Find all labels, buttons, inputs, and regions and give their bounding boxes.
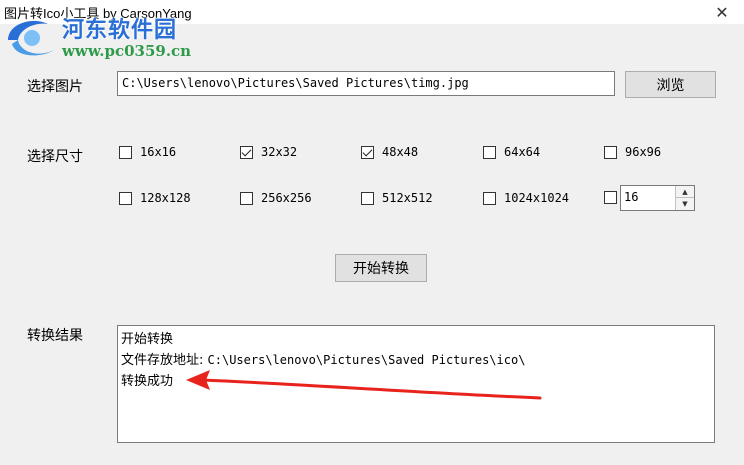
close-button[interactable]: ✕ [700,0,744,24]
result-line: 转换成功 [121,374,174,389]
save-path-value: C:\Users\lenovo\Pictures\Saved Pictures\… [207,353,526,367]
size-checkbox-512[interactable]: 512x512 [361,191,433,205]
watermark-name: 河东软件园 [62,18,178,43]
spin-up-icon[interactable]: ▲ [676,186,694,198]
size-option-label: 32x32 [261,145,298,159]
size-option-label: 48x48 [382,145,419,159]
checkbox-box [240,191,253,205]
size-checkbox-64[interactable]: 64x64 [483,145,540,159]
browse-button[interactable]: 浏览 [625,71,716,98]
checkbox-box [119,145,132,159]
image-path-input[interactable]: C:\Users\lenovo\Pictures\Saved Pictures\… [117,71,615,96]
custom-size-stepper[interactable]: 16 ▲ ▼ [620,185,695,211]
checkbox-box [361,191,374,205]
size-checkbox-128[interactable]: 128x128 [119,191,191,205]
checkbox-box [119,191,132,205]
size-checkbox-32[interactable]: 32x32 [240,145,297,159]
size-option-label: 256x256 [261,191,312,205]
watermark-url: www.pc0359.cn [62,42,192,60]
size-option-label: 1024x1024 [504,191,570,205]
size-option-label: 96x96 [625,145,662,159]
checkbox-box [483,145,496,159]
size-option-label: 128x128 [140,191,191,205]
size-checkbox-16[interactable]: 16x16 [119,145,176,159]
custom-size-checkbox[interactable] [604,191,617,204]
size-checkbox-256[interactable]: 256x256 [240,191,312,205]
checkbox-box [604,191,617,204]
result-line: 文件存放地址: C:\Users\lenovo\Pictures\Saved P… [121,350,711,371]
custom-size-value: 16 [624,190,639,204]
watermark-logo-icon [8,20,54,56]
size-option-label: 16x16 [140,145,177,159]
checkmark-icon [361,145,374,159]
watermark: 河东软件园 www.pc0359.cn [2,10,212,66]
result-label: 转换结果 [27,328,83,344]
spin-down-icon[interactable]: ▼ [676,198,694,210]
close-icon: ✕ [715,2,729,22]
start-convert-button[interactable]: 开始转换 [335,254,427,282]
checkbox-box [604,145,617,159]
save-path-prefix: 文件存放地址: [121,353,204,368]
size-checkbox-1024[interactable]: 1024x1024 [483,191,569,205]
checkmark-icon [240,145,253,159]
stepper-buttons: ▲ ▼ [675,186,694,210]
result-line: 开始转换 [121,332,174,347]
select-size-label: 选择尺寸 [27,149,83,165]
size-checkbox-48[interactable]: 48x48 [361,145,418,159]
size-option-label: 512x512 [382,191,433,205]
select-image-label: 选择图片 [27,79,83,95]
result-output[interactable]: 开始转换 文件存放地址: C:\Users\lenovo\Pictures\Sa… [117,325,715,443]
size-option-label: 64x64 [504,145,541,159]
checkbox-box [483,191,496,205]
size-checkbox-96[interactable]: 96x96 [604,145,661,159]
